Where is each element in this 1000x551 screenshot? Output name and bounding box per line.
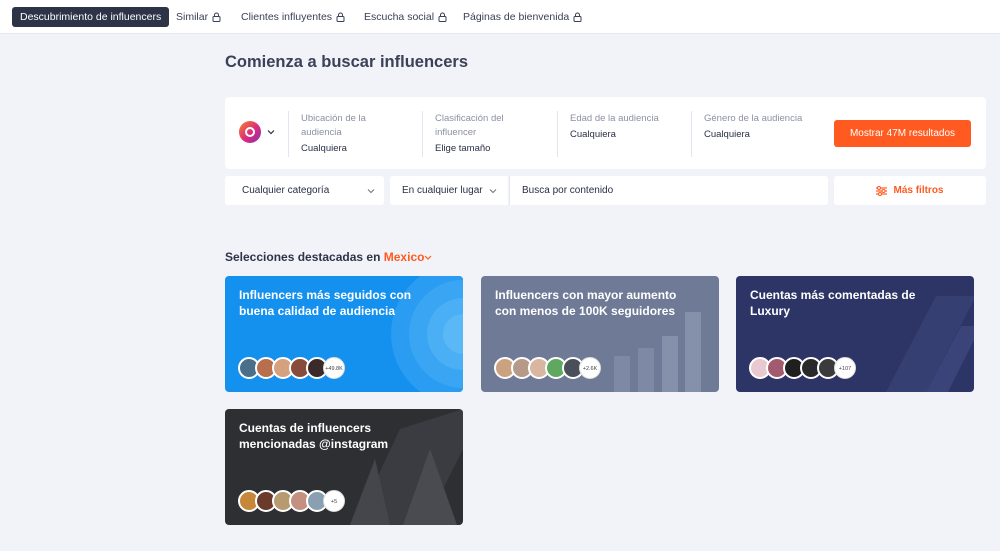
chevron-down-icon xyxy=(489,189,497,194)
filter-label: Edad de la audiencia xyxy=(570,113,659,124)
chevron-down-icon xyxy=(267,130,275,135)
card-title: Influencers más seguidos con buena calid… xyxy=(239,288,412,318)
filter-label: Género de la audiencia xyxy=(704,113,803,124)
featured-card-mentioned-instagram[interactable]: Cuentas de influencers mencionadas @inst… xyxy=(225,409,463,525)
filter-value: Cualquiera xyxy=(301,143,347,154)
tab-influential-clients[interactable]: Clientes influyentes xyxy=(241,7,345,27)
filter-value: Elige tamaño xyxy=(435,143,491,154)
top-navigation: Descubrimiento de influencers Similar Cl… xyxy=(0,0,1000,34)
divider xyxy=(422,111,423,157)
avatar-count: +2.6K xyxy=(579,357,601,379)
search-filter-card: Ubicación de la audiencia Cualquiera Cla… xyxy=(225,97,986,169)
filter-label: Ubicación de la xyxy=(301,113,366,124)
featured-card-most-followed[interactable]: Influencers más seguidos con buena calid… xyxy=(225,276,463,392)
avatar-group: +49.8K xyxy=(238,357,345,379)
tab-label: Páginas de bienvenida xyxy=(463,11,570,23)
category-select[interactable]: Cualquier categoría xyxy=(225,176,384,205)
filter-label: Clasificación del xyxy=(435,113,504,124)
lock-icon xyxy=(573,12,582,22)
featured-card-most-commented-luxury[interactable]: Cuentas más comentadas de Luxury +107 xyxy=(736,276,974,392)
tab-label: Clientes influyentes xyxy=(241,11,333,23)
lock-icon xyxy=(336,12,345,22)
avatar-count: +107 xyxy=(834,357,856,379)
more-filters-label: Más filtros xyxy=(893,185,944,196)
featured-section-title: Selecciones destacadas en Mexico xyxy=(225,250,432,264)
lock-icon xyxy=(212,12,221,22)
avatar-count: +49.8K xyxy=(323,357,345,379)
divider xyxy=(557,111,558,157)
location-select-value: En cualquier lugar xyxy=(402,185,483,196)
featured-location: Mexico xyxy=(383,250,425,264)
audience-age-filter[interactable]: Edad de la audiencia Cualquiera xyxy=(570,112,659,142)
platform-selector[interactable] xyxy=(239,121,275,143)
more-filters-button[interactable]: Más filtros xyxy=(834,176,986,205)
audience-gender-filter[interactable]: Género de la audiencia Cualquiera xyxy=(704,112,802,142)
featured-location-select[interactable]: Mexico xyxy=(384,250,433,264)
card-title: Cuentas de influencers mencionadas @inst… xyxy=(239,421,389,451)
tab-label: Similar xyxy=(176,11,209,23)
divider xyxy=(288,111,289,157)
card-title: Cuentas más comentadas de Luxury xyxy=(750,288,916,318)
featured-prefix: Selecciones destacadas en xyxy=(225,250,384,264)
chevron-down-icon xyxy=(425,255,432,260)
divider xyxy=(691,111,692,157)
avatar-count: +5 xyxy=(323,490,345,512)
chevron-down-icon xyxy=(367,189,375,194)
content-search-placeholder: Busca por contenido xyxy=(522,185,614,196)
instagram-icon xyxy=(239,121,261,143)
card-title: Influencers con mayor aumento con menos … xyxy=(495,288,677,318)
filter-label: influencer xyxy=(435,127,477,138)
show-results-button[interactable]: Mostrar 47M resultados xyxy=(834,120,971,147)
tab-label: Descubrimiento de influencers xyxy=(20,11,162,23)
filter-value: Cualquiera xyxy=(570,129,616,140)
audience-location-filter[interactable]: Ubicación de la audiencia Cualquiera xyxy=(301,112,366,156)
tab-label: Escucha social xyxy=(364,11,435,23)
page-title: Comienza a buscar influencers xyxy=(225,53,468,71)
tab-influencer-discovery[interactable]: Descubrimiento de influencers xyxy=(12,7,170,27)
lock-icon xyxy=(438,12,447,22)
filter-sliders-icon xyxy=(876,185,888,196)
tab-similar[interactable]: Similar xyxy=(176,7,221,27)
influencer-size-filter[interactable]: Clasificación del influencer Elige tamañ… xyxy=(435,112,504,156)
avatar-group: +2.6K xyxy=(494,357,601,379)
tab-landing-pages[interactable]: Páginas de bienvenida xyxy=(463,7,582,27)
tab-social-listening[interactable]: Escucha social xyxy=(364,7,447,27)
content-search-input[interactable]: Busca por contenido xyxy=(509,176,828,205)
featured-card-fastest-growing[interactable]: Influencers con mayor aumento con menos … xyxy=(481,276,719,392)
avatar-group: +107 xyxy=(749,357,856,379)
filter-value: Cualquiera xyxy=(704,129,750,140)
filter-label: audiencia xyxy=(301,127,342,138)
category-select-value: Cualquier categoría xyxy=(242,185,330,196)
avatar-group: +5 xyxy=(238,490,345,512)
location-select[interactable]: En cualquier lugar xyxy=(390,176,508,205)
